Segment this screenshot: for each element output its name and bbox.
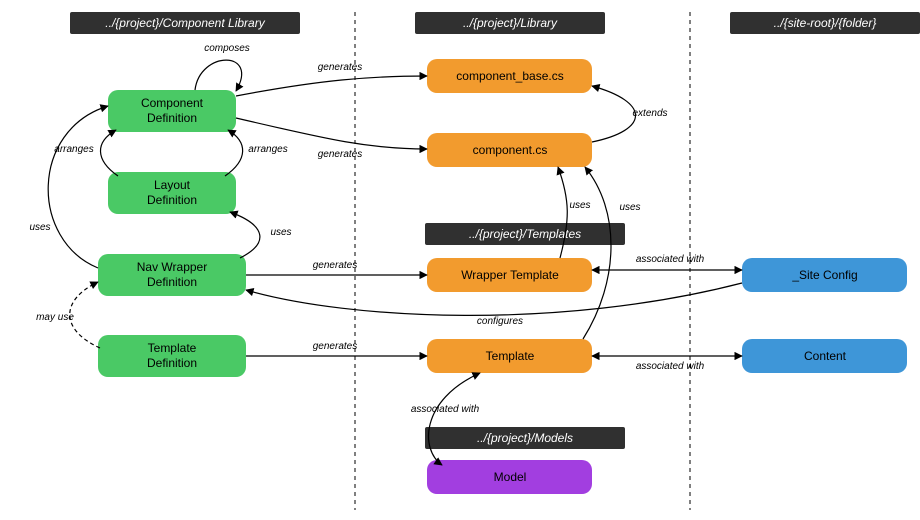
col-header-left-text: ../{project}/Component Library <box>105 16 265 30</box>
edge-nav-uses-comp <box>48 106 108 268</box>
edge-wrapper-uses-comp-label: uses <box>569 200 590 211</box>
col-header-middle-text: ../{project}/Library <box>463 16 558 30</box>
edge-assoc-model-label: associated with <box>411 404 480 415</box>
node-wrapper-template-label: Wrapper Template <box>461 268 559 282</box>
edge-may-use <box>70 282 100 348</box>
edge-may-use-label: may use <box>36 312 74 323</box>
edge-assoc-wrapper-label: associated with <box>636 254 705 265</box>
edge-arranges-left-label: arranges <box>54 144 93 155</box>
edge-composes <box>195 60 242 91</box>
node-component-cs-label: component.cs <box>473 143 548 157</box>
edge-gen-template-label: generates <box>313 341 357 352</box>
col-header-right-text: ../{site-root}/{folder} <box>774 16 877 30</box>
node-template-definition-label1: Template <box>148 341 197 355</box>
node-site-config-label: _Site Config <box>791 268 857 282</box>
edge-gen-wrapper-label: generates <box>313 260 357 271</box>
edge-gen-compbase <box>236 76 427 96</box>
edge-template-uses-comp-label: uses <box>619 202 640 213</box>
node-nav-wrapper-definition-label2: Definition <box>147 275 197 289</box>
node-layout-definition-label1: Layout <box>154 178 191 192</box>
edge-assoc-model <box>429 373 480 465</box>
edge-nav-uses-layout-label: uses <box>270 227 291 238</box>
edge-configures-label: configures <box>477 316 523 327</box>
node-content-label: Content <box>804 349 847 363</box>
node-template-label: Template <box>486 349 535 363</box>
node-component-definition-label2: Definition <box>147 111 197 125</box>
edge-extends <box>592 86 636 142</box>
node-component-definition-label1: Component <box>141 96 204 110</box>
edge-template-uses-comp <box>583 167 611 339</box>
edge-gen-compbase-label: generates <box>318 62 362 73</box>
edge-arranges-right <box>225 130 243 176</box>
node-layout-definition-label2: Definition <box>147 193 197 207</box>
node-model-label: Model <box>494 470 527 484</box>
edge-arranges-left <box>100 130 118 176</box>
edge-nav-uses-comp-label: uses <box>29 222 50 233</box>
edge-composes-label: composes <box>204 43 250 54</box>
edge-gen-compcs-label: generates <box>318 149 362 160</box>
edge-arranges-right-label: arranges <box>248 144 287 155</box>
subheader-models-text: ../{project}/Models <box>477 431 573 445</box>
edge-nav-uses-layout <box>230 212 260 258</box>
node-nav-wrapper-definition-label1: Nav Wrapper <box>137 260 207 274</box>
node-component-base-cs-label: component_base.cs <box>456 69 563 83</box>
edge-extends-label: extends <box>632 108 667 119</box>
node-template-definition-label2: Definition <box>147 356 197 370</box>
edge-assoc-content-label: associated with <box>636 361 705 372</box>
